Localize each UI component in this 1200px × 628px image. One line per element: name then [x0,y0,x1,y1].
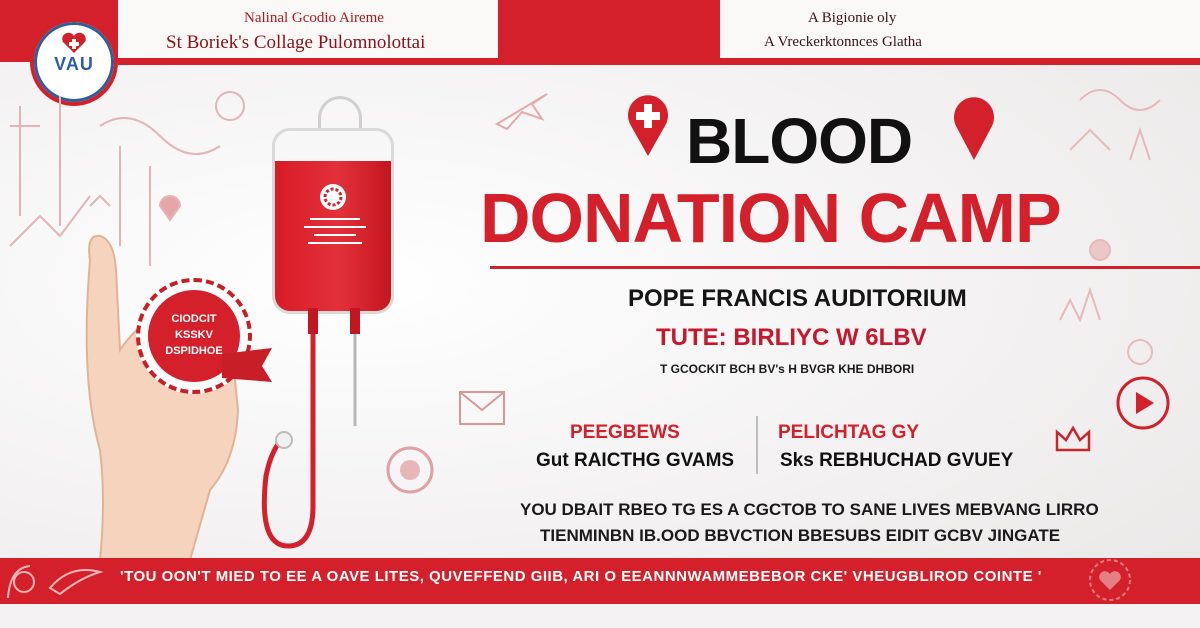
blood-drop-heart-logo-icon [62,32,86,53]
crown-icon [1055,425,1091,452]
heart-icon [1089,559,1131,601]
header-organiser-line1: A Bigionie oly [808,10,897,26]
header-institution-line1: Nalinal Gcodio Aireme [244,10,384,26]
time-subline: T GCOCKIT BCH BV's H BVGR KHE DHBORI [660,362,915,376]
drop-location-icon [954,97,994,160]
hand-illustration-icon [85,234,240,560]
seal-line2: KSSKV [175,329,213,341]
slogan-line2: TIENMINBN IB.OOD BBVCTION BBESUBS EIDIT … [540,526,1061,545]
venue-text: POPE FRANCIS AUDITORIUM [628,285,967,312]
slogan-line1: YOU DBAIT RBEO TG ES A CGCTOB TO SANE LI… [520,500,1099,519]
header-rule [118,62,1200,65]
poster-canvas: Nalinal Gcodio Aireme St Boriek's Collag… [0,0,1200,628]
header-institution-line2: St Boriek's Collage Pulomnolottai [166,32,426,53]
organiser-left-heading: PEEGBEWS [570,422,680,443]
envelope-icon [459,391,505,425]
organiser-left-value: Gut RAICTHG GVAMS [536,450,735,471]
footer-leaf-icon [7,565,104,599]
title-line2: DONATION CAMP [480,179,1062,257]
blood-tube-icon [261,308,360,549]
footer-quote: 'TOU OON'T MIED TO EE A OAVE LITES, QUVE… [120,568,1042,585]
organiser-divider [756,416,758,474]
title-line1: BLOOD [686,105,913,177]
organiser-right-value: Sks REBHUCHAD GVUEY [780,450,1014,471]
organiser-right-heading: PELICHTAG GY [778,422,920,443]
title-divider [490,266,1200,269]
footer-strip [0,604,1200,628]
airplane-icon [494,93,548,131]
header-organiser-line2: A Vreckerktonnces Glatha [764,34,922,50]
background-right-lineart-icon [1059,89,1161,365]
seal-line1: CIODCIT [171,313,217,325]
blood-bag-logo-icon [320,184,346,210]
play-button-icon [1116,376,1170,430]
date-text: TUTE: BIRLIYC W 6LBV [656,324,927,351]
blood-bag-label-lines-icon [304,218,366,244]
plus-location-icon [628,95,668,156]
flower-icon [386,446,434,494]
